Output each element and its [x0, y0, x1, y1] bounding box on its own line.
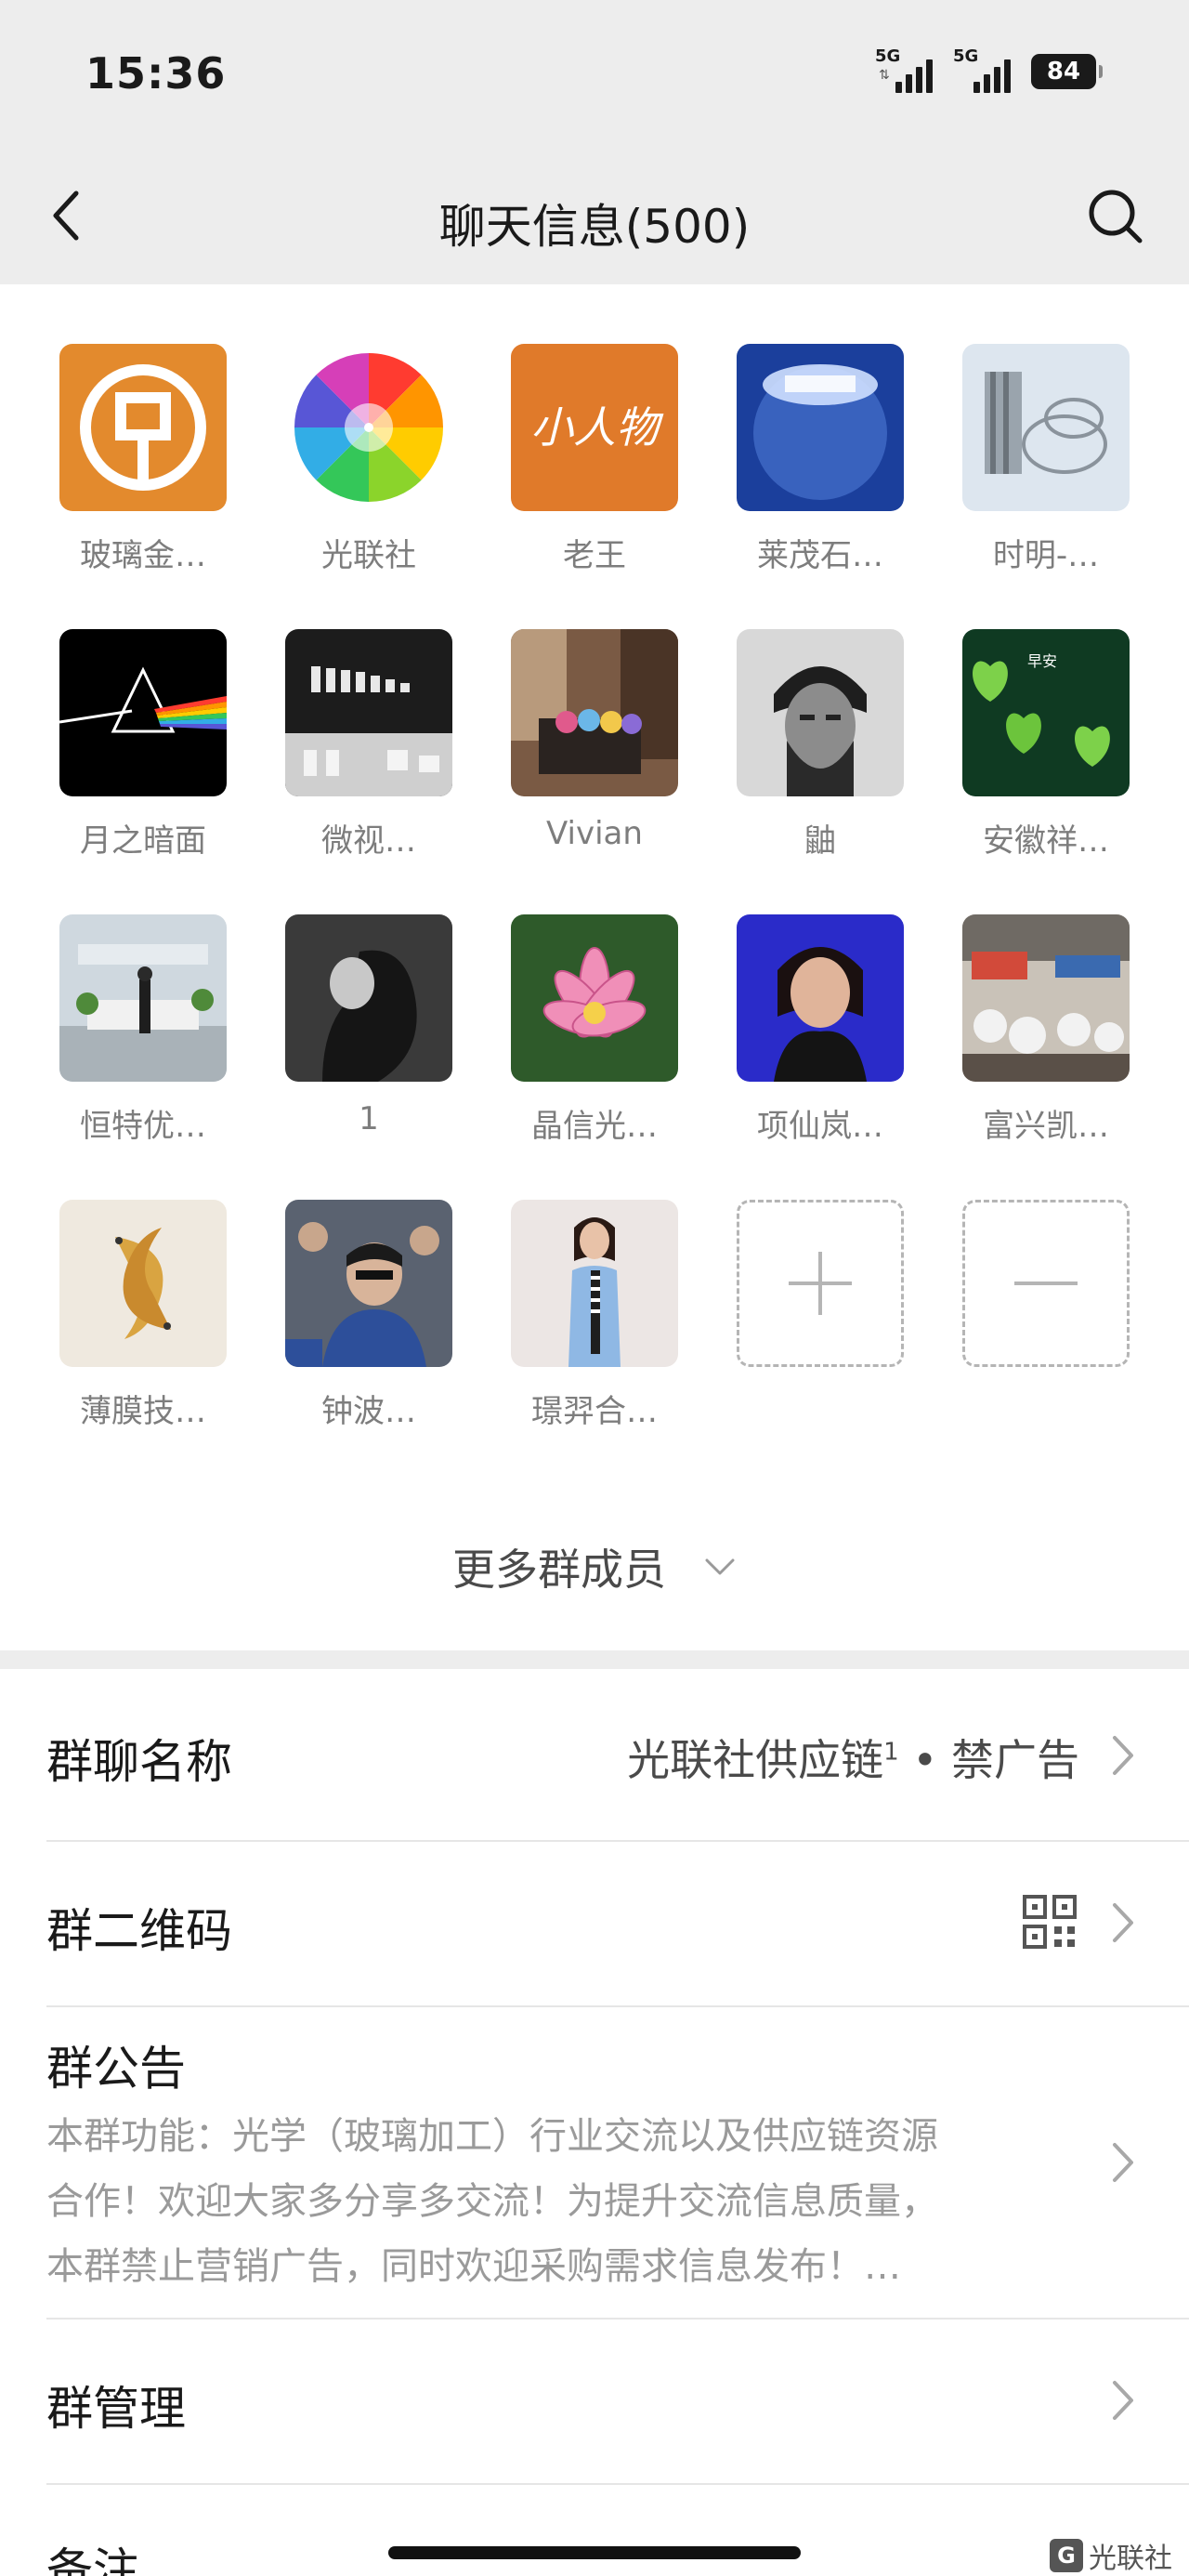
member-name: 钟波… — [321, 1393, 416, 1430]
member-name: 晶信光… — [531, 1108, 658, 1145]
group-notice-text: 本群功能：光学（玻璃加工）行业交流以及供应链资源 合作！欢迎大家多分享多交流！为… — [46, 2115, 938, 2288]
plus-icon — [789, 1252, 852, 1315]
group-notice-label: 群公告 — [46, 2042, 186, 2096]
lotus-avatar — [511, 914, 678, 1082]
woman-portrait-avatar — [737, 914, 904, 1082]
chevron-down-icon — [705, 1558, 735, 1575]
add-member-item[interactable] — [727, 1200, 913, 1441]
group-name-label: 群聊名称 — [46, 1735, 232, 1789]
member-item[interactable]: 1 — [276, 914, 462, 1156]
member-grid: 玻璃金… 光联社 小人物 老王 莱茂石… 时明-… 月之暗面 微视… Vivia… — [0, 284, 1189, 1650]
status-time: 15:36 — [85, 48, 227, 99]
member-item[interactable]: 薄膜技… — [50, 1200, 236, 1441]
remove-member-button[interactable] — [962, 1200, 1130, 1367]
more-members-label: 更多群成员 — [452, 1544, 666, 1595]
group-qr-label: 群二维码 — [46, 1904, 232, 1958]
member-item[interactable]: 恒特优… — [50, 914, 236, 1156]
member-name: 时明-… — [992, 537, 1100, 574]
avatar-greeting-text: 早安 — [1027, 652, 1057, 670]
member-name: 项仙岚… — [757, 1108, 883, 1145]
member-item[interactable]: 早安 安徽祥… — [953, 629, 1139, 871]
watermark-text: 光联社 — [1089, 2543, 1172, 2575]
member-item[interactable]: 钟波… — [276, 1200, 462, 1441]
member-name: 安徽祥… — [983, 822, 1109, 860]
member-item[interactable]: 晶信光… — [502, 914, 687, 1156]
member-item[interactable]: 莱茂石… — [727, 344, 913, 585]
remark-label: 备注 — [46, 2543, 139, 2576]
group-notice-row[interactable]: 群公告 本群功能：光学（玻璃加工）行业交流以及供应链资源 合作！欢迎大家多分享多… — [46, 2007, 1189, 2320]
member-item[interactable]: 光联社 — [276, 344, 462, 585]
portrait-avatar — [737, 629, 904, 796]
member-name: 富兴凯… — [983, 1108, 1109, 1145]
green-hearts-avatar: 早安 — [962, 629, 1130, 796]
member-name: 璟羿合… — [531, 1393, 658, 1430]
cellular-signal-icon-2: 5G — [953, 46, 1018, 93]
member-item[interactable]: 微视… — [276, 629, 462, 871]
fashion-avatar — [511, 1200, 678, 1367]
office-lobby-avatar — [59, 914, 227, 1082]
member-name: 玻璃金… — [80, 537, 206, 574]
member-item[interactable]: 月之暗面 — [50, 629, 236, 871]
chevron-right-icon — [1113, 2143, 1133, 2182]
member-item[interactable]: 玻璃金… — [50, 344, 236, 585]
data-arrows-icon: ⇅ — [879, 68, 890, 83]
member-name: 月之暗面 — [80, 822, 206, 860]
member-name: 老王 — [563, 537, 626, 574]
member-item[interactable]: 小人物 老王 — [502, 344, 687, 585]
home-indicator[interactable] — [388, 2546, 801, 2559]
member-name: 恒特优… — [80, 1108, 206, 1145]
minus-icon — [1014, 1281, 1078, 1285]
group-name-value: 光联社供应链1 • 禁广告 — [627, 1735, 1079, 1785]
member-item[interactable]: 富兴凯… — [953, 914, 1139, 1156]
exhibition-avatar — [962, 914, 1130, 1082]
status-icons: 5G ⇅ 5G 84 — [875, 46, 1103, 93]
status-bar: 15:36 5G ⇅ 5G 84 — [0, 0, 1189, 149]
prism-avatar — [59, 629, 227, 796]
koi-fish-avatar — [59, 1200, 227, 1367]
member-item[interactable]: Vivian — [502, 629, 687, 871]
group-name-row[interactable]: 群聊名称 光联社供应链1 • 禁广告 — [46, 1669, 1189, 1842]
product-photo-avatar — [285, 629, 452, 796]
chevron-right-icon — [1113, 1736, 1133, 1775]
watermark: G 光联社 — [1050, 2535, 1172, 2576]
member-name: 微视… — [321, 822, 416, 860]
member-name: 1 — [359, 1100, 379, 1137]
group-manage-label: 群管理 — [46, 2382, 186, 2436]
avatar-calligraphy-text: 小人物 — [530, 402, 664, 453]
more-members-button[interactable]: 更多群成员 — [0, 1520, 1189, 1613]
member-item[interactable]: 时明-… — [953, 344, 1139, 585]
member-name: 鼬 — [804, 822, 836, 860]
calligraphy-avatar: 小人物 — [511, 344, 678, 511]
remark-row[interactable]: 备注 — [46, 2485, 1189, 2576]
group-qr-row[interactable]: 群二维码 — [46, 1842, 1189, 2007]
cellular-signal-icon: 5G ⇅ — [875, 46, 940, 93]
battery-icon: 84 — [1031, 54, 1103, 89]
grey-portrait-avatar — [285, 914, 452, 1082]
chevron-right-icon — [1113, 2381, 1133, 2420]
member-item[interactable]: 项仙岚… — [727, 914, 913, 1156]
sketch-avatar — [962, 344, 1130, 511]
remove-member-item[interactable] — [953, 1200, 1139, 1441]
room-photo-avatar — [511, 629, 678, 796]
group-manage-row[interactable]: 群管理 — [46, 2320, 1189, 2485]
member-item[interactable]: 鼬 — [727, 629, 913, 871]
glass-lens-avatar — [737, 344, 904, 511]
search-icon[interactable] — [1083, 184, 1148, 249]
member-name: 光联社 — [321, 537, 416, 574]
navigation-bar: 聊天信息(500) — [0, 149, 1189, 284]
settings-list: 群聊名称 光联社供应链1 • 禁广告 群二维码 群公告 本群功能：光学（玻璃加工… — [0, 1669, 1189, 2576]
watermark-logo-icon: G — [1050, 2539, 1083, 2572]
member-item[interactable]: 璟羿合… — [502, 1200, 687, 1441]
bank-logo-avatar — [59, 344, 227, 511]
member-name: 薄膜技… — [80, 1393, 206, 1430]
page-title: 聊天信息(500) — [438, 200, 751, 254]
add-member-button[interactable] — [737, 1200, 904, 1367]
qr-code-icon — [1023, 1895, 1077, 1949]
member-name: Vivian — [546, 815, 643, 852]
conference-avatar — [285, 1200, 452, 1367]
color-wheel-avatar — [285, 344, 452, 511]
member-name: 莱茂石… — [757, 537, 883, 574]
chevron-right-icon — [1113, 1903, 1133, 1942]
